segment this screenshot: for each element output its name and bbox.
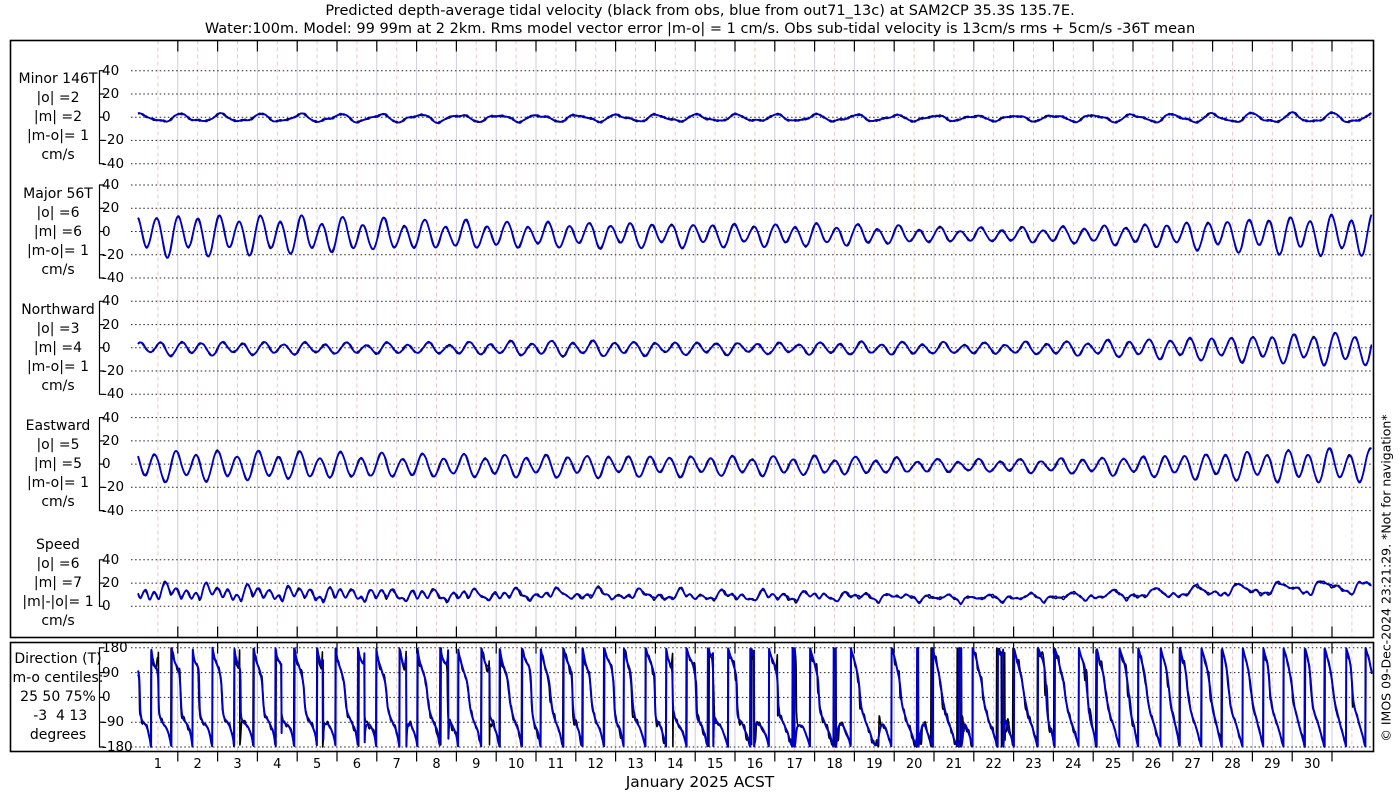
- day-label-24: 24: [1065, 757, 1082, 772]
- northward-label-line: |m| =4: [33, 339, 83, 356]
- day-label-21: 21: [945, 757, 963, 772]
- day-label-18: 18: [826, 757, 843, 772]
- minor-ytick--20: -20: [102, 132, 125, 149]
- major-label-line: cm/s: [41, 261, 75, 278]
- direction-ytick-180: 180: [102, 639, 128, 656]
- northward-ytick-0: 0: [102, 339, 111, 356]
- speed-label-line: |m|-|o|= 1: [22, 594, 94, 611]
- eastward-label-line: |m| =5: [33, 456, 83, 473]
- direction-label-line: m-o centiles:: [12, 670, 104, 687]
- day-label-26: 26: [1144, 757, 1162, 772]
- eastward-label-line: |m-o|= 1: [26, 475, 90, 492]
- day-label-2: 2: [193, 757, 202, 772]
- northward-ytick-40: 40: [102, 293, 120, 310]
- major-label-line: Major 56T: [23, 185, 93, 202]
- day-label-9: 9: [472, 757, 481, 772]
- major-ytick--20: -20: [102, 246, 125, 263]
- minor-label-line: |o| =2: [36, 90, 80, 107]
- minor-panel-label: Minor 146T |o| =2 |m| =2 |m-o|= 1 cm/s: [8, 70, 108, 165]
- day-label-16: 16: [746, 757, 764, 772]
- minor-label-line: Minor 146T: [18, 71, 98, 88]
- day-label-23: 23: [1025, 757, 1042, 772]
- direction-ytick--90: -90: [102, 714, 125, 731]
- direction-label-line: degrees: [29, 727, 87, 744]
- major-ytick-20: 20: [102, 200, 120, 217]
- direction-ytick--180: -180: [102, 739, 133, 755]
- direction-label-line: 25 50 75%: [20, 689, 96, 706]
- speed-label-line: Speed: [36, 537, 80, 554]
- minor-ytick-0: 0: [102, 109, 111, 126]
- northward-ytick-20: 20: [102, 316, 120, 333]
- eastward-label-line: cm/s: [41, 494, 75, 511]
- major-ytick-40: 40: [102, 177, 120, 194]
- speed-ytick-40: 40: [102, 551, 120, 568]
- day-label-7: 7: [392, 757, 401, 772]
- day-label-19: 19: [866, 757, 883, 772]
- northward-ytick--20: -20: [102, 363, 125, 380]
- major-label-line: |m-o|= 1: [26, 242, 90, 259]
- day-label-27: 27: [1184, 757, 1201, 772]
- speed-label-line: |m| =7: [33, 575, 83, 592]
- northward-label-line: Northward: [21, 301, 95, 318]
- speed-panel-label: Speed |o| =6 |m| =7 |m|-|o|= 1 cm/s: [8, 536, 108, 631]
- day-label-29: 29: [1264, 757, 1281, 772]
- minor-ytick--40: -40: [102, 155, 125, 172]
- tidal-velocity-figure: Predicted depth-average tidal velocity (…: [0, 0, 1400, 800]
- major-ytick-0: 0: [102, 223, 111, 240]
- day-label-11: 11: [547, 757, 565, 772]
- speed-label-line: |o| =6: [36, 556, 80, 573]
- day-label-4: 4: [273, 757, 282, 772]
- imos-watermark: © IMOS 09-Dec-2024 23:21:29. *Not for na…: [1378, 414, 1394, 742]
- eastward-ytick-0: 0: [102, 456, 111, 473]
- day-label-25: 25: [1104, 757, 1122, 772]
- eastward-panel-label: Eastward |o| =5 |m| =5 |m-o|= 1 cm/s: [8, 417, 108, 512]
- eastward-ytick--40: -40: [102, 502, 125, 519]
- direction-ytick-90: 90: [102, 664, 120, 681]
- day-label-10: 10: [507, 757, 525, 772]
- eastward-ytick-40: 40: [102, 409, 120, 426]
- minor-label-line: cm/s: [41, 147, 75, 164]
- panel-borders: [9, 39, 1375, 753]
- direction-panel-label: Direction (T) m-o centiles: 25 50 75% -3 4…: [8, 650, 108, 745]
- major-label-line: |m| =6: [33, 223, 83, 240]
- day-label-3: 3: [233, 757, 242, 772]
- northward-panel-label: Northward |o| =3 |m| =4 |m-o|= 1 cm/s: [8, 301, 108, 396]
- minor-label-line: |m| =2: [33, 109, 83, 126]
- minor-ytick-40: 40: [102, 62, 120, 79]
- speed-ytick-0: 0: [102, 598, 111, 615]
- direction-label-line: Direction (T): [14, 651, 102, 668]
- day-label-5: 5: [312, 757, 322, 772]
- day-label-28: 28: [1224, 757, 1241, 772]
- northward-label-line: |o| =3: [36, 320, 80, 337]
- day-label-13: 13: [627, 757, 644, 772]
- day-label-1: 1: [153, 757, 163, 772]
- speed-label-line: cm/s: [41, 613, 75, 630]
- speed-ytick-20: 20: [102, 575, 120, 592]
- minor-ytick-20: 20: [102, 85, 120, 102]
- eastward-ytick-20: 20: [102, 432, 120, 449]
- day-label-6: 6: [352, 757, 362, 772]
- eastward-label-line: |o| =5: [36, 437, 80, 454]
- plot-svg: [9, 39, 1375, 762]
- major-panel-label: Major 56T |o| =6 |m| =6 |m-o|= 1 cm/s: [8, 185, 108, 280]
- eastward-ytick--20: -20: [102, 479, 125, 496]
- day-label-14: 14: [667, 757, 684, 772]
- direction-ytick-0: 0: [102, 689, 111, 706]
- day-label-12: 12: [587, 757, 604, 772]
- major-label-line: |o| =6: [36, 204, 80, 221]
- direction-label-line: -3 4 13: [28, 708, 88, 725]
- minor-label-line: |m-o|= 1: [26, 128, 90, 145]
- day-label-30: 30: [1303, 757, 1321, 772]
- day-label-17: 17: [786, 757, 803, 772]
- day-label-15: 15: [706, 757, 724, 772]
- northward-label-line: |m-o|= 1: [26, 358, 90, 375]
- day-label-8: 8: [432, 757, 441, 772]
- eastward-label-line: Eastward: [25, 418, 91, 435]
- x-axis-label: January 2025 ACST: [625, 773, 775, 791]
- northward-label-line: cm/s: [41, 377, 75, 394]
- major-ytick--40: -40: [102, 269, 125, 286]
- day-label-22: 22: [985, 757, 1002, 772]
- day-label-20: 20: [905, 757, 923, 772]
- northward-ytick--40: -40: [102, 386, 125, 403]
